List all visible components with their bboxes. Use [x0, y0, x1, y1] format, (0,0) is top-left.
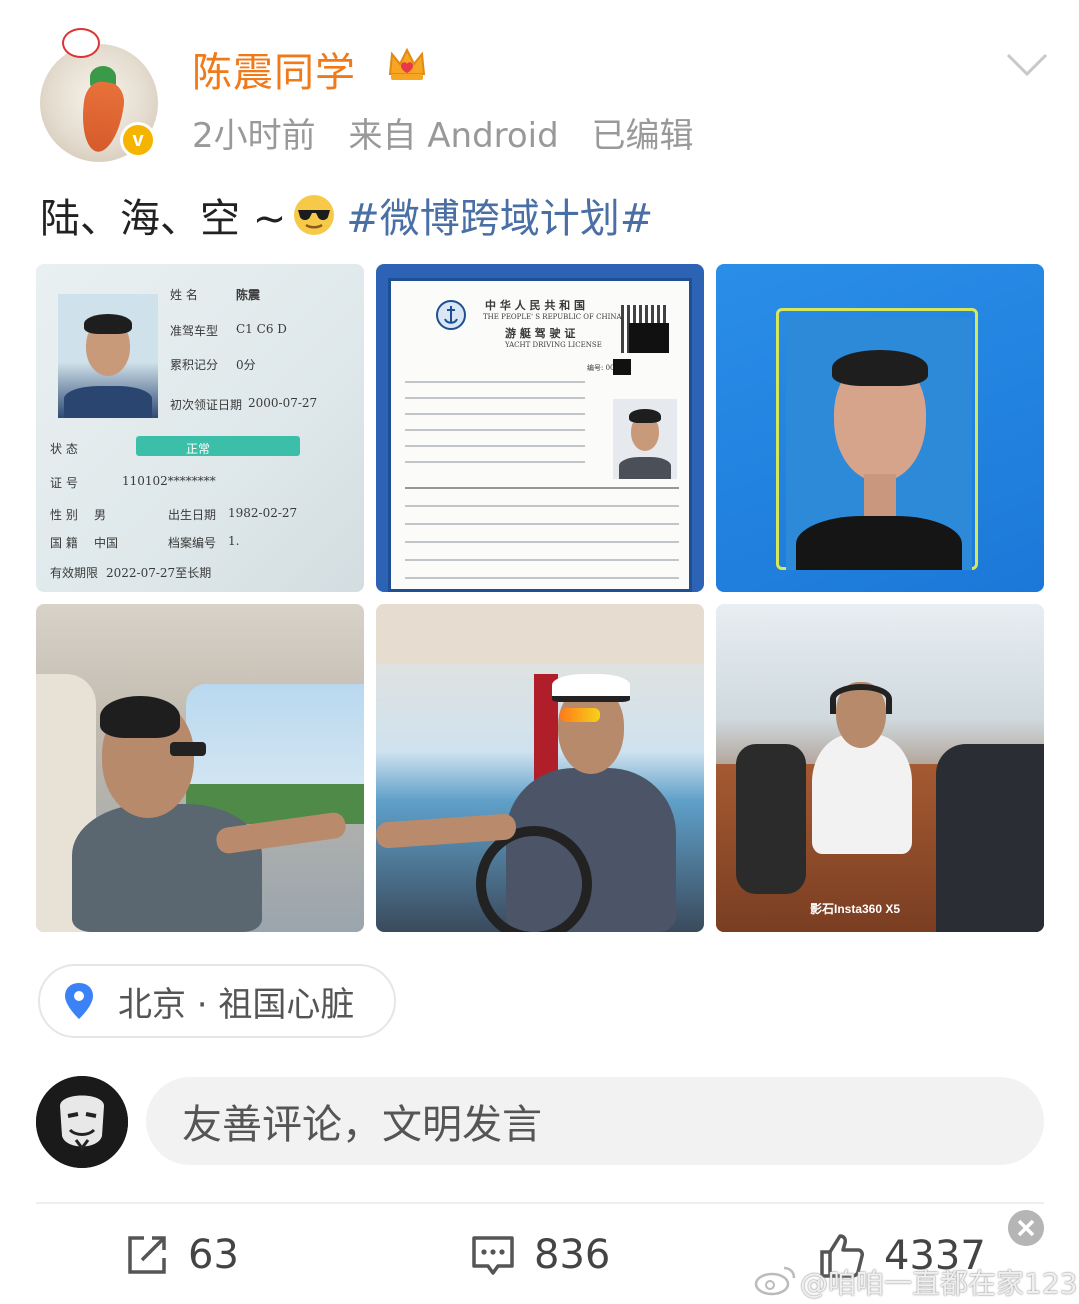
license-id-label: 证 号	[50, 476, 78, 490]
license-birth-label: 出生日期	[168, 508, 217, 522]
license-points-label: 累积记分	[170, 358, 219, 372]
license-status-label: 状 态	[50, 442, 78, 456]
hashtag-link[interactable]: #微博跨域计划#	[346, 186, 653, 244]
yacht-doc-en: YACHT DRIVING LICENSE	[505, 341, 602, 349]
photo-yacht-license[interactable]: 中 华 人 民 共 和 国 THE PEOPLE' S REPUBLIC OF …	[376, 264, 704, 592]
license-portrait	[58, 294, 158, 418]
post-text: 陆、海、空 ~ #微博跨域计划#	[40, 186, 653, 244]
post-edited-label[interactable]: 已编辑	[592, 116, 694, 156]
photo-driver-license[interactable]: 姓 名 陈震 准驾车型 C1 C6 D 累积记分 0分 初次领证日期 2000-…	[36, 264, 364, 592]
commenter-avatar[interactable]	[36, 1076, 128, 1168]
photo-airplane-cockpit[interactable]: 影石Insta360 X5	[716, 604, 1044, 932]
crown-vip-icon	[388, 47, 426, 80]
carrot-graphic	[77, 79, 127, 155]
repost-count: 63	[188, 1232, 239, 1278]
repost-icon	[128, 1236, 166, 1274]
repost-button[interactable]: 63	[124, 1232, 239, 1278]
comment-count: 836	[534, 1232, 611, 1278]
license-points-value: 0分	[236, 358, 256, 372]
license-file-label: 档案编号	[168, 536, 217, 550]
license-first-value: 2000-07-27	[248, 396, 318, 410]
author-name[interactable]: 陈震同学	[192, 40, 356, 98]
location-pin-icon	[65, 983, 93, 1019]
post-meta: 2小时前 来自 Android 已编辑	[192, 108, 716, 157]
yacht-doc-cn: 游 艇 驾 驶 证	[505, 327, 576, 340]
license-name-label: 姓 名	[170, 288, 198, 302]
photo-id-portrait[interactable]	[716, 264, 1044, 592]
photo-grid: 姓 名 陈震 准驾车型 C1 C6 D 累积记分 0分 初次领证日期 2000-…	[36, 264, 1044, 932]
license-sex-label: 性 别	[50, 508, 78, 522]
comment-input[interactable]: 友善评论，文明发言	[146, 1077, 1044, 1165]
photo-driving-car[interactable]	[36, 604, 364, 932]
comment-icon	[472, 1236, 514, 1275]
weibo-logo-icon	[754, 1266, 796, 1296]
mask-avatar-icon	[36, 1076, 128, 1168]
license-first-label: 初次领证日期	[170, 398, 243, 412]
license-class-value: C1 C6 D	[236, 322, 287, 336]
author-avatar[interactable]: v	[40, 28, 158, 162]
chevron-down-icon[interactable]	[1005, 52, 1049, 78]
yacht-license-paper: 中 华 人 民 共 和 国 THE PEOPLE' S REPUBLIC OF …	[388, 278, 692, 592]
license-sex-value: 男	[94, 508, 107, 522]
bunny-icon	[62, 28, 100, 58]
license-nation-label: 国 籍	[50, 536, 78, 550]
divider	[36, 1202, 1044, 1204]
verified-badge-icon: v	[120, 122, 156, 158]
id-portrait-image	[786, 318, 972, 570]
yacht-title-cn: 中 华 人 民 共 和 国	[485, 299, 585, 312]
post-text-body: 陆、海、空 ~	[40, 196, 287, 242]
yacht-title-en: THE PEOPLE' S REPUBLIC OF CHINA	[483, 313, 622, 321]
maritime-emblem-icon	[436, 300, 466, 330]
license-status-value: 正常	[186, 442, 211, 456]
post-source: 来自 Android	[348, 116, 559, 156]
watermark-text: @咱咱一直都在家123	[800, 1267, 1078, 1300]
close-icon[interactable]	[1008, 1210, 1044, 1246]
location-chip[interactable]: 北京 · 祖国心脏	[38, 964, 396, 1038]
license-file-value: 1.	[228, 534, 240, 548]
license-id-value: 110102********	[122, 474, 216, 488]
yacht-license-portrait	[613, 399, 677, 479]
post-time: 2小时前	[192, 116, 316, 156]
weibo-watermark: @咱咱一直都在家123	[800, 1262, 1077, 1302]
photo-boat-captain[interactable]	[376, 604, 704, 932]
license-valid-label: 有效期限	[50, 566, 99, 580]
redaction-block	[629, 323, 669, 353]
license-nation-value: 中国	[94, 536, 119, 550]
license-class-label: 准驾车型	[170, 324, 219, 338]
location-text: 北京 · 祖国心脏	[118, 984, 355, 1025]
license-valid-value: 2022-07-27至长期	[106, 566, 212, 580]
license-status-bar	[136, 436, 300, 456]
yacht-number-label: 编号: 00	[587, 364, 615, 372]
camera-watermark: 影石Insta360 X5	[810, 902, 901, 916]
redaction-block-2	[613, 359, 631, 375]
sunglasses-emoji-icon	[294, 195, 335, 235]
license-birth-value: 1982-02-27	[228, 506, 298, 520]
comment-button[interactable]: 836	[470, 1232, 610, 1278]
license-name-value: 陈震	[236, 288, 261, 302]
